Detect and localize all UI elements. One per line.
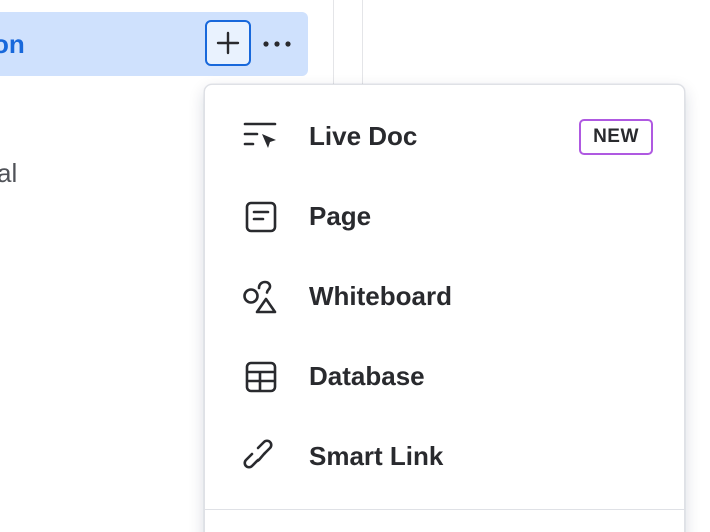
add-content-button[interactable] <box>205 20 251 66</box>
sidebar-item-label: on <box>0 29 25 59</box>
menu-item-database[interactable]: Database <box>205 337 684 417</box>
more-icon <box>263 41 291 47</box>
menu-item-live-doc[interactable]: Live Doc NEW <box>205 97 684 177</box>
menu-item-whiteboard[interactable]: Whiteboard <box>205 257 684 337</box>
smart-link-icon <box>241 437 281 477</box>
page-icon <box>241 197 281 237</box>
menu-item-smart-link[interactable]: Smart Link <box>205 417 684 497</box>
menu-item-label: Database <box>309 361 425 391</box>
menu-item-page[interactable]: Page <box>205 177 684 257</box>
menu-item-label: Live Doc <box>309 121 418 151</box>
live-doc-icon <box>241 117 281 157</box>
whiteboard-icon <box>241 277 281 317</box>
menu-item-label: Whiteboard <box>309 281 452 311</box>
menu-item-label: Smart Link <box>309 441 444 471</box>
app-window: on al Live Doc NEW Page Whiteboard Datab… <box>0 0 710 532</box>
menu-item-label: Page <box>309 201 372 231</box>
menu-divider <box>205 509 684 510</box>
more-actions-button[interactable] <box>258 30 296 58</box>
database-icon <box>241 357 281 397</box>
sidebar-item-label[interactable]: al <box>0 158 17 188</box>
plus-icon <box>216 31 240 55</box>
new-badge: NEW <box>579 119 653 155</box>
sidebar-item-selected[interactable]: on <box>0 12 308 76</box>
create-content-menu: Live Doc NEW Page Whiteboard Database Sm… <box>204 84 685 532</box>
